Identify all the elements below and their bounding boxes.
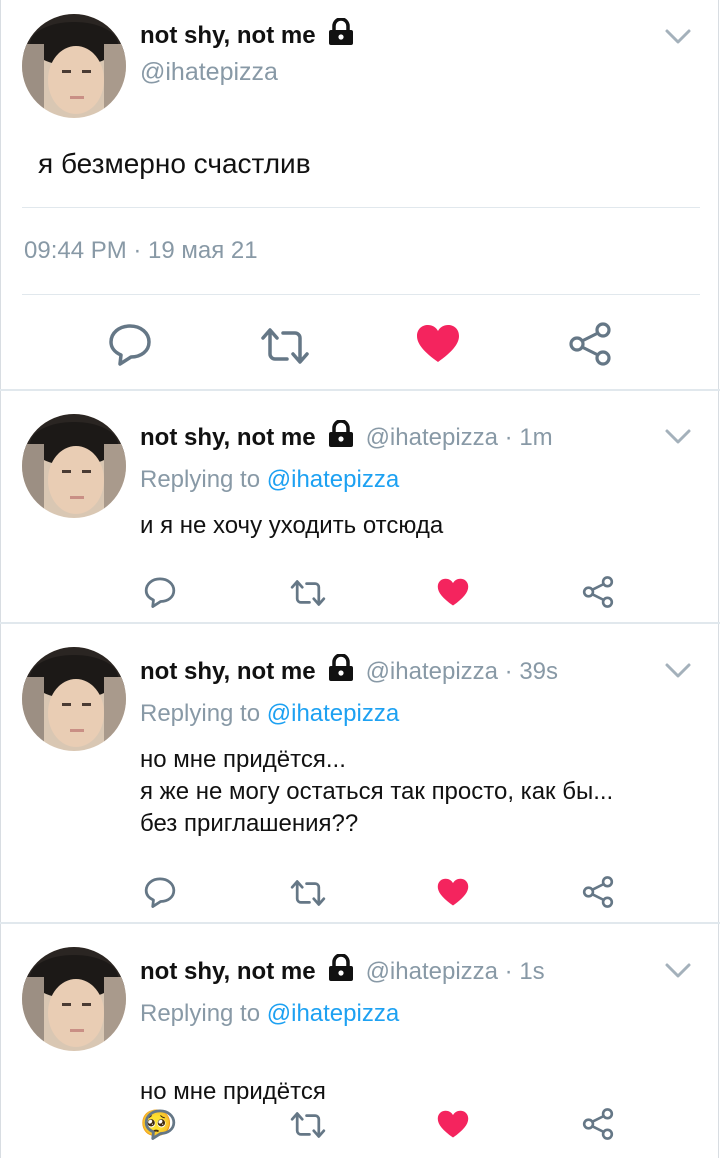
avatar[interactable] xyxy=(22,947,126,1051)
retweet-icon[interactable] xyxy=(290,578,326,608)
retweet-icon[interactable] xyxy=(290,878,326,908)
chevron-down-icon[interactable] xyxy=(664,662,692,680)
retweet-icon[interactable] xyxy=(290,1110,326,1140)
heart-icon[interactable] xyxy=(437,1110,469,1139)
share-icon[interactable] xyxy=(568,322,612,366)
lock-icon xyxy=(326,17,356,53)
heart-icon[interactable] xyxy=(437,878,469,907)
author-handle[interactable]: @ihatepizza · 1s xyxy=(366,958,545,986)
divider xyxy=(22,294,700,295)
chevron-down-icon[interactable] xyxy=(664,428,692,446)
author-name[interactable]: not shy, not me @ihatepizza · 39s xyxy=(140,653,558,689)
heart-icon[interactable] xyxy=(416,324,460,364)
avatar[interactable] xyxy=(22,414,126,518)
author-handle[interactable]: @ihatepizza · 39s xyxy=(366,658,558,686)
left-border xyxy=(0,0,1,1158)
share-icon[interactable] xyxy=(582,876,614,908)
lock-icon xyxy=(326,653,356,689)
avatar-image xyxy=(22,947,126,1051)
timeline: not shy, not me @ihatepizza я безмерно с… xyxy=(0,0,720,1158)
author-name[interactable]: not shy, not me xyxy=(140,17,356,53)
separator xyxy=(0,389,720,391)
reply-icon[interactable] xyxy=(144,576,176,608)
replying-label: Replying to xyxy=(140,466,267,493)
avatar-image xyxy=(22,14,126,118)
author-name[interactable]: not shy, not me @ihatepizza · 1m xyxy=(140,419,553,455)
reply-icon[interactable] xyxy=(144,876,176,908)
mention-link[interactable]: @ihatepizza xyxy=(267,1000,399,1027)
author-handle[interactable]: @ihatepizza xyxy=(140,58,278,87)
reply-icon[interactable] xyxy=(144,1108,176,1140)
author-name-text: not shy, not me xyxy=(140,423,316,451)
mention-link[interactable]: @ihatepizza xyxy=(267,700,399,727)
author-handle[interactable]: @ihatepizza · 1m xyxy=(366,424,553,452)
chevron-down-icon[interactable] xyxy=(664,28,692,46)
avatar-image xyxy=(22,414,126,518)
tweet-timestamp: 09:44 PM · 19 мая 21 xyxy=(24,237,258,264)
tweet-text: я безмерно счастлив xyxy=(38,148,311,179)
share-icon[interactable] xyxy=(582,576,614,608)
separator xyxy=(0,922,720,924)
lock-icon xyxy=(326,953,356,989)
tweet-text-body: но мне придётся xyxy=(140,1078,326,1105)
heart-icon[interactable] xyxy=(437,578,469,607)
author-name-text: not shy, not me xyxy=(140,657,316,685)
author-name-text: not shy, not me xyxy=(140,957,316,985)
divider xyxy=(22,207,700,208)
replying-to: Replying to @ihatepizza xyxy=(140,700,399,728)
right-border xyxy=(718,0,719,1158)
replying-label: Replying to xyxy=(140,700,267,727)
replying-to: Replying to @ihatepizza xyxy=(140,466,399,494)
avatar[interactable] xyxy=(22,647,126,751)
chevron-down-icon[interactable] xyxy=(664,962,692,980)
avatar-image xyxy=(22,647,126,751)
separator xyxy=(0,622,720,624)
avatar[interactable] xyxy=(22,14,126,118)
tweet-text: но мне придётся... я же не могу остаться… xyxy=(140,746,614,837)
retweet-icon[interactable] xyxy=(260,326,310,366)
reply-icon[interactable] xyxy=(108,322,152,366)
replying-to: Replying to @ihatepizza xyxy=(140,1000,399,1028)
author-name[interactable]: not shy, not me @ihatepizza · 1s xyxy=(140,953,545,989)
lock-icon xyxy=(326,419,356,455)
author-name-text: not shy, not me xyxy=(140,21,316,49)
tweet-text: и я не хочу уходить отсюда xyxy=(140,512,444,539)
mention-link[interactable]: @ihatepizza xyxy=(267,466,399,493)
share-icon[interactable] xyxy=(582,1108,614,1140)
replying-label: Replying to xyxy=(140,1000,267,1027)
